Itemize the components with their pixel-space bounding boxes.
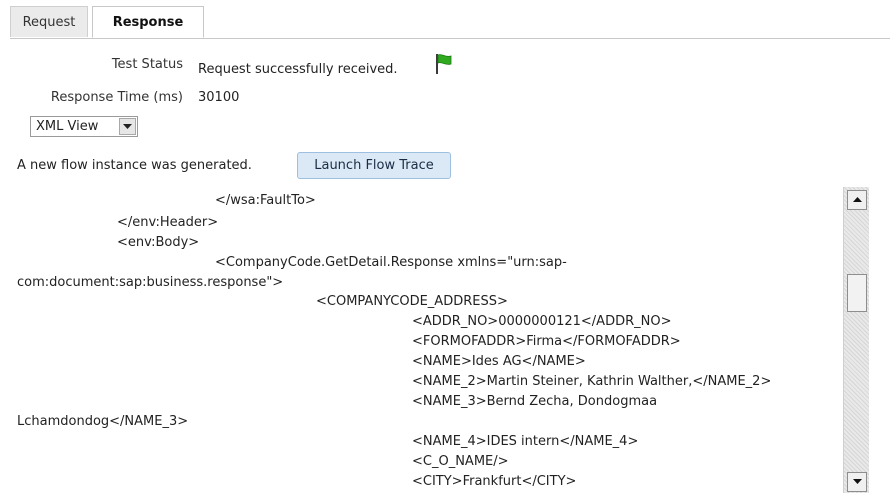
tab-bar: Request Response [10, 4, 890, 39]
xml-line: <env:Body> [117, 235, 200, 250]
xml-line: </env:Header> [117, 215, 219, 230]
xml-line: <NAME_2>Martin Steiner, Kathrin Walther,… [412, 374, 772, 389]
xml-line: <C_O_NAME/> [412, 454, 509, 469]
xml-response-view[interactable]: </wsa:FaultTo> </env:Header> <env:Body> … [0, 180, 840, 496]
scroll-thumb[interactable] [847, 274, 867, 312]
response-time-value: 30100 [198, 90, 240, 105]
xml-line: <CompanyCode.GetDetail.Response xmlns="u… [215, 255, 567, 270]
xml-line: <FORMOFADDR>Firma</FORMOFADDR> [412, 334, 681, 349]
green-flag-icon [434, 53, 454, 75]
xml-line: Lchamdondog</NAME_3> [17, 414, 189, 429]
xml-line-clipped [120, 180, 660, 187]
xml-line: <ADDR_NO>0000000121</ADDR_NO> [412, 314, 672, 329]
xml-line: com:document:sap:business.response"> [17, 275, 284, 290]
view-select-value: XML View [36, 119, 99, 134]
view-select[interactable]: XML View [30, 116, 138, 137]
xml-scrollbar[interactable] [843, 187, 869, 493]
tab-response[interactable]: Response [92, 6, 204, 38]
xml-line: <NAME_3>Bernd Zecha, Dondogmaa [412, 394, 658, 409]
flow-message: A new flow instance was generated. [17, 158, 252, 173]
xml-line: <NAME>Ides AG</NAME> [412, 354, 586, 369]
chevron-down-icon[interactable] [119, 118, 136, 135]
xml-line: <NAME_4>IDES intern</NAME_4> [412, 434, 639, 449]
tab-request[interactable]: Request [10, 6, 88, 37]
arrow-up-icon [853, 197, 862, 202]
test-status-label: Test Status [111, 57, 183, 72]
scroll-down-button[interactable] [847, 472, 867, 492]
launch-flow-trace-button[interactable]: Launch Flow Trace [297, 152, 451, 179]
scroll-up-button[interactable] [847, 190, 867, 210]
response-time-label: Response Time (ms) [50, 90, 183, 105]
test-status-value: Request successfully received. [198, 62, 398, 77]
xml-line: </wsa:FaultTo> [215, 193, 316, 208]
xml-line: <CITY>Frankfurt</CITY> [412, 474, 577, 489]
arrow-down-icon [853, 479, 862, 484]
xml-line: <COMPANYCODE_ADDRESS> [316, 294, 508, 309]
